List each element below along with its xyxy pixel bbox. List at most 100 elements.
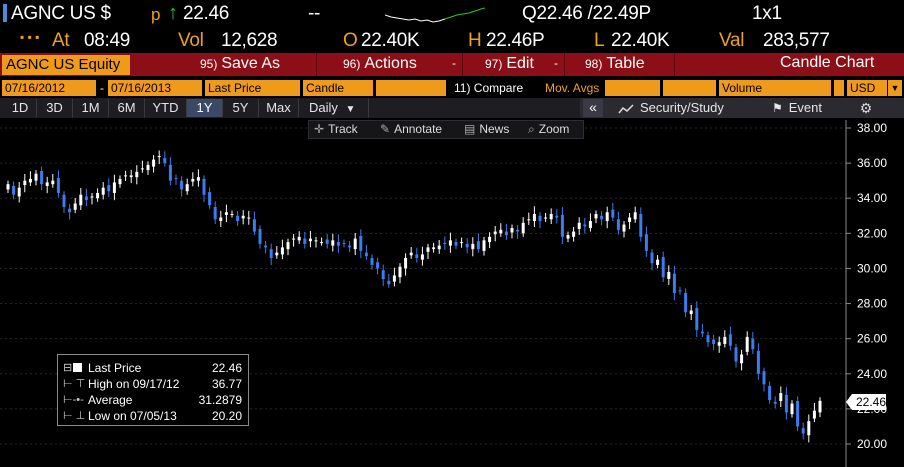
candle-body [538, 215, 542, 222]
candle-body [17, 187, 21, 197]
candle-body [196, 177, 200, 181]
candle-body [706, 335, 710, 343]
candle-body [213, 207, 217, 220]
range-1y[interactable]: 1Y [187, 99, 223, 117]
security-input[interactable]: AGNC US Equity [2, 55, 130, 75]
field-selector[interactable]: Last Price [205, 80, 300, 96]
range-max[interactable]: Max [259, 99, 299, 117]
price-source-flag: p [151, 5, 161, 24]
chart-type-title: Candle Chart [780, 54, 875, 71]
legend-value: 31.2879 [198, 393, 242, 407]
range-5y[interactable]: 5Y [223, 99, 259, 117]
range-ytd[interactable]: YTD [145, 99, 187, 117]
candle-body [51, 180, 55, 185]
legend-low-icon: ⊢ ⊥ [63, 410, 86, 422]
candle-body [118, 178, 122, 185]
news-icon: ▤ [464, 122, 476, 136]
actions-menu-button[interactable]: 96) Actions - [333, 53, 463, 76]
candle-body [342, 242, 346, 244]
mov-avgs-label[interactable]: Mov. Avgs [545, 80, 599, 96]
security-study-label: Security/Study [640, 100, 724, 115]
legend-value: 20.20 [211, 409, 242, 423]
candle-body [493, 231, 497, 235]
chart-legend[interactable]: ⊟ Last Price 22.46 ⊢ ⊤ High on 09/17/12 … [57, 354, 249, 426]
event-button[interactable]: ⚑ Event [772, 99, 822, 117]
volume-extra-field[interactable] [834, 80, 844, 96]
mov-avgs-field-1[interactable] [605, 80, 660, 96]
candle-body [756, 350, 760, 374]
candle-body [600, 215, 604, 220]
range-1m[interactable]: 1M [73, 99, 109, 117]
period-selector[interactable]: Daily ▼ [299, 99, 369, 117]
security-study-button[interactable]: Security/Study [618, 99, 724, 117]
candle-body [303, 238, 307, 244]
candle-body [404, 257, 408, 269]
candle-body [476, 241, 480, 250]
candle-body [420, 254, 424, 260]
news-label: News [479, 122, 510, 136]
range-1d[interactable]: 1D [4, 99, 37, 117]
start-date-field[interactable]: 07/16/2012 [2, 80, 96, 96]
candle-body [605, 212, 609, 222]
mov-avgs-field-2[interactable] [663, 80, 716, 96]
candle-body [247, 217, 251, 219]
edit-number: 97) [485, 57, 503, 71]
candle-body [163, 157, 167, 164]
legend-row-last: ⊟ Last Price 22.46 [58, 360, 248, 376]
range-6m[interactable]: 6M [109, 99, 145, 117]
candle-body [510, 228, 514, 233]
candle-body [146, 164, 150, 171]
candle-body [740, 354, 744, 364]
candle-body [264, 245, 268, 248]
range-3d[interactable]: 3D [37, 99, 73, 117]
magnifier-icon: ⌕ [528, 122, 535, 136]
volume-label: Vol [178, 30, 204, 51]
candle-body [549, 214, 553, 220]
track-tool[interactable]: ✛ Track [314, 121, 358, 138]
candle-body [678, 290, 682, 292]
candle-body [292, 238, 296, 240]
candle-body [700, 331, 704, 334]
table-button[interactable]: 98) Table [575, 53, 675, 76]
end-date-field[interactable]: 07/16/2013 [108, 80, 202, 96]
candle-body [152, 159, 156, 167]
compare-button[interactable]: 11) Compare [454, 80, 523, 96]
edit-menu-button[interactable]: 97) Edit - [475, 53, 565, 76]
candle-body [297, 236, 301, 241]
candle-body [275, 252, 279, 256]
blank-field[interactable] [376, 80, 446, 96]
collapse-panel-button[interactable]: « [583, 99, 603, 117]
high-value: 22.46P [486, 30, 545, 51]
candle-body [594, 214, 598, 219]
candle-body [392, 275, 396, 282]
news-tool[interactable]: ▤ News [464, 121, 509, 138]
save-as-label: Save As [221, 55, 281, 72]
candle-body [460, 242, 464, 244]
volume-selector[interactable]: Volume [719, 80, 831, 96]
candle-body [555, 215, 559, 218]
candle-body [751, 338, 755, 350]
crosshair-icon: ✛ [314, 122, 325, 136]
net-change: -- [308, 3, 321, 24]
candle-body [202, 178, 206, 195]
legend-toggle-icon[interactable]: ⊟ [63, 360, 72, 376]
zoom-tool[interactable]: ⌕ Zoom [528, 121, 569, 138]
candle-body [219, 217, 223, 222]
style-selector[interactable]: Candle [303, 80, 373, 96]
candle-body [56, 178, 60, 193]
settings-gear-icon[interactable]: ⚙ [856, 99, 876, 117]
currency-dropdown-icon[interactable]: ▼ [888, 80, 902, 96]
flag-icon: ⚑ [772, 101, 783, 115]
candle-body [224, 212, 228, 215]
date-separator: - [100, 81, 104, 95]
currency-selector[interactable]: USD [847, 80, 887, 96]
ticker-label[interactable]: AGNC US $ [11, 3, 111, 25]
candle-body [45, 182, 49, 186]
candle-body [622, 224, 626, 232]
save-as-button[interactable]: 95) Save As [190, 53, 317, 76]
candle-body [140, 168, 144, 170]
low-value: 22.40K [611, 30, 670, 51]
bid-ask-size: 1x1 [752, 3, 782, 24]
annotate-tool[interactable]: ✎ Annotate [380, 121, 442, 138]
legend-high-icon: ⊢ ⊤ [63, 378, 86, 390]
